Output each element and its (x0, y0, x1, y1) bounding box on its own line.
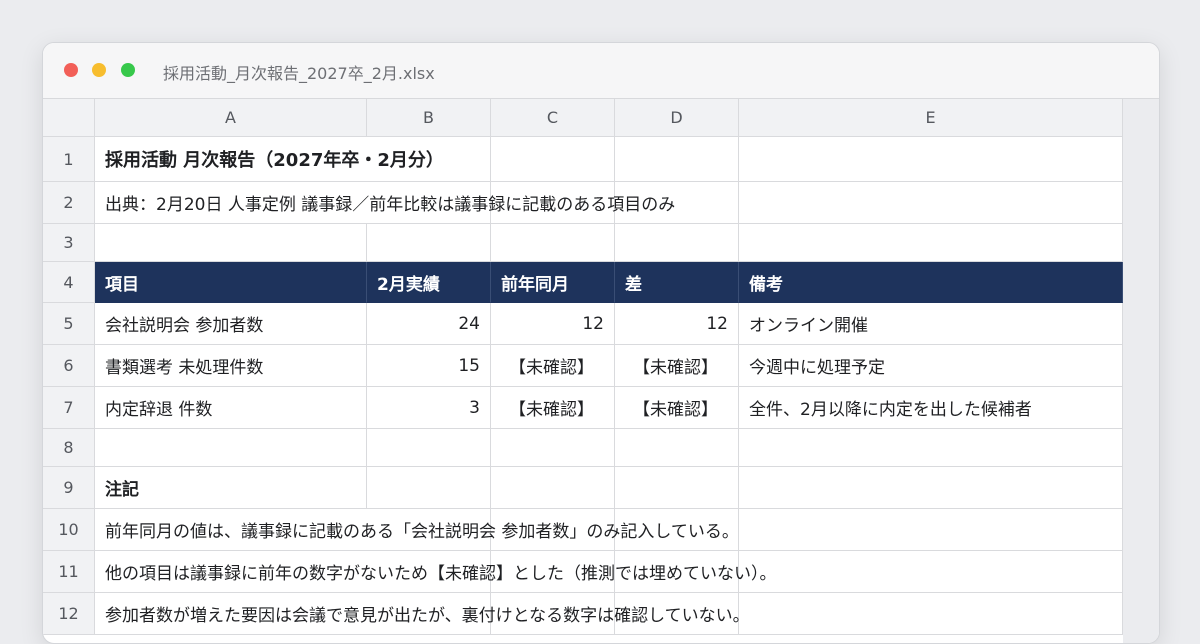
cell-a5[interactable]: 会社説明会 参加者数 (95, 303, 367, 345)
table-row: 7 内定辞退 件数 3 【未確認】 【未確認】 全件、2月以降に内定を出した候補… (43, 387, 1123, 429)
cell-a3[interactable] (95, 224, 367, 262)
table-header-row: 4 項目 2月実績 前年同月 差 備考 (43, 262, 1123, 303)
column-header-c[interactable]: C (491, 99, 615, 137)
cell-c12[interactable] (491, 593, 615, 635)
column-header-b[interactable]: B (367, 99, 491, 137)
table-row: 5 会社説明会 参加者数 24 12 12 オンライン開催 (43, 303, 1123, 345)
title-bar: 採用活動_月次報告_2027卒_2月.xlsx (43, 43, 1159, 99)
header-cell-notes[interactable]: 備考 (739, 262, 1123, 303)
row-header[interactable]: 4 (43, 262, 95, 303)
table-row: 1 採用活動 月次報告（2027年卒・2月分） (43, 137, 1123, 182)
window-title: 採用活動_月次報告_2027卒_2月.xlsx (163, 64, 435, 83)
column-header-row: A B C D E (43, 99, 1123, 137)
cell-b5[interactable]: 24 (367, 303, 491, 345)
cell-d7[interactable]: 【未確認】 (615, 387, 739, 429)
column-header-d[interactable]: D (615, 99, 739, 137)
cell-c6[interactable]: 【未確認】 (491, 345, 615, 387)
cell-c8[interactable] (491, 429, 615, 467)
cell-b8[interactable] (367, 429, 491, 467)
cell-b3[interactable] (367, 224, 491, 262)
header-cell-prev-year[interactable]: 前年同月 (491, 262, 615, 303)
cell-d1[interactable] (615, 137, 739, 182)
cell-a6[interactable]: 書類選考 未処理件数 (95, 345, 367, 387)
cell-a2[interactable]: 出典：2月20日 人事定例 議事録／前年比較は議事録に記載のある項目のみ (95, 182, 675, 224)
select-all-corner[interactable] (43, 99, 95, 137)
cell-e11[interactable] (739, 551, 1123, 593)
cell-a8[interactable] (95, 429, 367, 467)
cell-e7[interactable]: 全件、2月以降に内定を出した候補者 (739, 387, 1123, 429)
cell-e12[interactable] (739, 593, 1123, 635)
cell-a12[interactable]: 参加者数が増えた要因は会議で意見が出たが、裏付けとなる数字は確認していない。 (95, 593, 750, 635)
cell-b6[interactable]: 15 (367, 345, 491, 387)
cell-c5[interactable]: 12 (491, 303, 615, 345)
row-header[interactable]: 12 (43, 593, 95, 635)
row-header[interactable]: 1 (43, 137, 95, 182)
cell-d8[interactable] (615, 429, 739, 467)
table-row: 2 出典：2月20日 人事定例 議事録／前年比較は議事録に記載のある項目のみ (43, 182, 1123, 224)
row-header[interactable]: 11 (43, 551, 95, 593)
cell-b7[interactable]: 3 (367, 387, 491, 429)
cell-c3[interactable] (491, 224, 615, 262)
header-cell-feb-actual[interactable]: 2月実績 (367, 262, 491, 303)
cell-e3[interactable] (739, 224, 1123, 262)
column-header-e[interactable]: E (739, 99, 1123, 137)
cell-a10[interactable]: 前年同月の値は、議事録に記載のある「会社説明会 参加者数」のみ記入している。 (95, 509, 739, 551)
grid-right-margin (1123, 99, 1159, 643)
row-header[interactable]: 2 (43, 182, 95, 224)
row-header[interactable]: 9 (43, 467, 95, 509)
cell-e1[interactable] (739, 137, 1123, 182)
column-header-a[interactable]: A (95, 99, 367, 137)
cell-e6[interactable]: 今週中に処理予定 (739, 345, 1123, 387)
cell-c9[interactable] (491, 467, 615, 509)
row-header[interactable]: 7 (43, 387, 95, 429)
cell-e8[interactable] (739, 429, 1123, 467)
table-row: 3 (43, 224, 1123, 262)
header-cell-item[interactable]: 項目 (95, 262, 367, 303)
table-row: 10 前年同月の値は、議事録に記載のある「会社説明会 参加者数」のみ記入している… (43, 509, 1123, 551)
table-row: 8 (43, 429, 1123, 467)
table-row: 11 他の項目は議事録に前年の数字がないため【未確認】とした（推測では埋めていな… (43, 551, 1123, 593)
cell-a11[interactable]: 他の項目は議事録に前年の数字がないため【未確認】とした（推測では埋めていない）。 (95, 551, 777, 593)
cell-b9[interactable] (367, 467, 491, 509)
zoom-window-button[interactable] (121, 63, 135, 77)
row-header[interactable]: 3 (43, 224, 95, 262)
cell-e5[interactable]: オンライン開催 (739, 303, 1123, 345)
minimize-window-button[interactable] (92, 63, 106, 77)
cell-c7[interactable]: 【未確認】 (491, 387, 615, 429)
table-row: 12 参加者数が増えた要因は会議で意見が出たが、裏付けとなる数字は確認していない… (43, 593, 1123, 635)
table-row: 6 書類選考 未処理件数 15 【未確認】 【未確認】 今週中に処理予定 (43, 345, 1123, 387)
table-row: 9 注記 (43, 467, 1123, 509)
cell-d6[interactable]: 【未確認】 (615, 345, 739, 387)
header-cell-diff[interactable]: 差 (615, 262, 739, 303)
spreadsheet-window: 採用活動_月次報告_2027卒_2月.xlsx A B C D E 1 採用活動… (42, 42, 1160, 644)
cell-e10[interactable] (739, 509, 1123, 551)
cell-c1[interactable] (491, 137, 615, 182)
cell-d12[interactable] (615, 593, 739, 635)
cell-d3[interactable] (615, 224, 739, 262)
row-header[interactable]: 5 (43, 303, 95, 345)
close-window-button[interactable] (64, 63, 78, 77)
cell-d5[interactable]: 12 (615, 303, 739, 345)
cell-d9[interactable] (615, 467, 739, 509)
row-header[interactable]: 8 (43, 429, 95, 467)
cell-a1[interactable]: 採用活動 月次報告（2027年卒・2月分） (95, 137, 444, 182)
row-header[interactable]: 10 (43, 509, 95, 551)
cell-e2[interactable] (739, 182, 1123, 224)
row-header[interactable]: 6 (43, 345, 95, 387)
cell-a7[interactable]: 内定辞退 件数 (95, 387, 367, 429)
cell-a9[interactable]: 注記 (95, 467, 367, 509)
cell-b12[interactable] (367, 593, 491, 635)
cell-e9[interactable] (739, 467, 1123, 509)
